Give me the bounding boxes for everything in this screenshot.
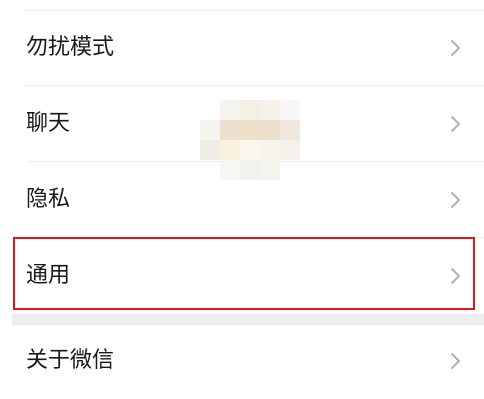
pixelated-mosaic xyxy=(200,100,300,180)
settings-item-label: 隐私 xyxy=(26,187,71,212)
chevron-right-icon xyxy=(450,191,462,209)
settings-item-about[interactable]: 关于微信 xyxy=(0,323,484,399)
settings-item-label: 聊天 xyxy=(26,111,71,136)
chevron-right-icon xyxy=(450,352,462,370)
settings-item-label: 通用 xyxy=(26,263,71,288)
settings-item-label: 关于微信 xyxy=(26,348,115,373)
chevron-right-icon xyxy=(450,115,462,133)
settings-item-label: 勿扰模式 xyxy=(26,35,115,60)
chevron-right-icon xyxy=(450,267,462,285)
settings-screen: 勿扰模式 聊天 隐私 通用 关于微信 xyxy=(0,0,484,373)
settings-item-do-not-disturb[interactable]: 勿扰模式 xyxy=(0,10,484,86)
chevron-right-icon xyxy=(450,39,462,57)
settings-item-general[interactable]: 通用 xyxy=(0,238,484,314)
